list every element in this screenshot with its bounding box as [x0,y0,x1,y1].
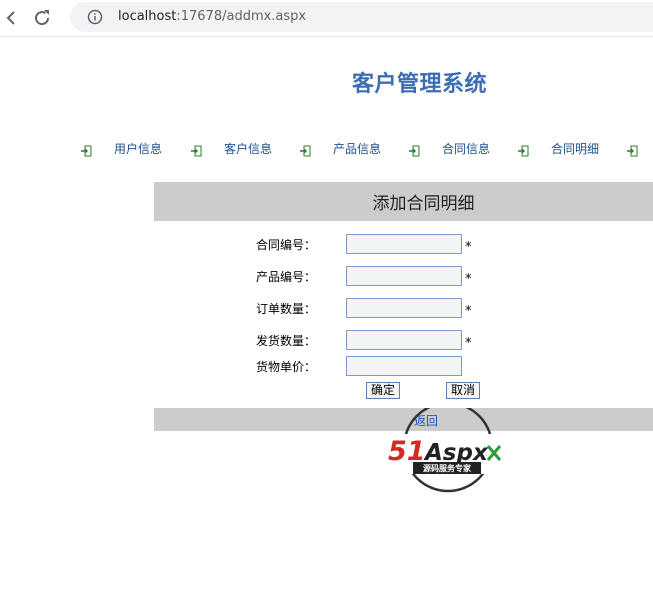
unit-price-input[interactable] [346,356,462,376]
field-label: 合同编号： [256,237,317,252]
logo-tagline: 源码服务专家 [423,463,472,473]
menu-item-contracts[interactable]: 合同信息 [408,138,490,158]
url-host: localhost [118,9,177,24]
menu-item-contract-details[interactable]: 合同明细 [517,138,599,158]
ship-qty-input[interactable] [346,330,462,350]
form-heading: 添加合同明细 [154,182,653,221]
back-icon[interactable] [0,6,24,30]
menu-label[interactable]: 产品信息 [333,140,381,157]
form-heading-text: 添加合同明细 [372,194,475,214]
menu-label[interactable]: 合同明细 [551,140,599,157]
required-mark: * [465,335,472,351]
field-label: 货物单价： [256,359,317,374]
form-row-order-qty: 订单数量： * [256,298,472,319]
form-row-ship-qty: 发货数量： * [256,330,472,351]
watermark-logo: 51 Aspx 源码服务专家 [388,401,512,494]
url-text: localhost:17678/addmx.aspx [118,9,306,25]
confirm-button[interactable]: 确定 [366,382,401,399]
field-label: 发货数量： [256,333,317,348]
required-mark: * [465,303,472,319]
menu-label[interactable]: 客户信息 [224,140,272,157]
menu-label[interactable]: 合同信息 [442,140,490,157]
form-row-unit-price: 货物单价： [256,356,462,376]
main-menu: 用户信息 客户信息 产品信息 合同信息 合同明细 [80,138,653,158]
required-mark: * [465,271,472,287]
browser-toolbar: localhost:17678/addmx.aspx [0,0,653,37]
address-bar[interactable]: localhost:17678/addmx.aspx [70,2,653,32]
order-qty-input[interactable] [346,298,462,318]
required-mark: * [465,239,472,255]
url-path: :17678/addmx.aspx [176,9,307,24]
cancel-button[interactable]: 取消 [446,382,481,399]
reload-icon[interactable] [30,6,54,30]
menu-arrow-icon [299,142,311,157]
site-info-icon[interactable] [87,9,103,25]
field-label: 产品编号： [256,269,317,284]
menu-item-products[interactable]: 产品信息 [299,138,381,158]
form-row-contract-no: 合同编号： * [256,234,472,255]
menu-arrow-icon [80,142,92,157]
contract-no-input[interactable] [346,234,462,254]
menu-arrow-icon [626,142,638,157]
form-row-product-no: 产品编号： * [256,266,472,287]
field-label: 订单数量： [256,301,317,316]
menu-arrow-icon [408,142,420,157]
menu-arrow-icon [517,142,529,157]
menu-item-users[interactable]: 用户信息 [80,138,162,158]
menu-arrow-icon [190,142,202,157]
menu-label[interactable]: 用户信息 [114,140,162,157]
menu-item-customers[interactable]: 客户信息 [190,138,272,158]
product-no-input[interactable] [346,266,462,286]
page-title: 客户管理系统 [352,72,488,97]
menu-item-more[interactable] [626,138,653,158]
